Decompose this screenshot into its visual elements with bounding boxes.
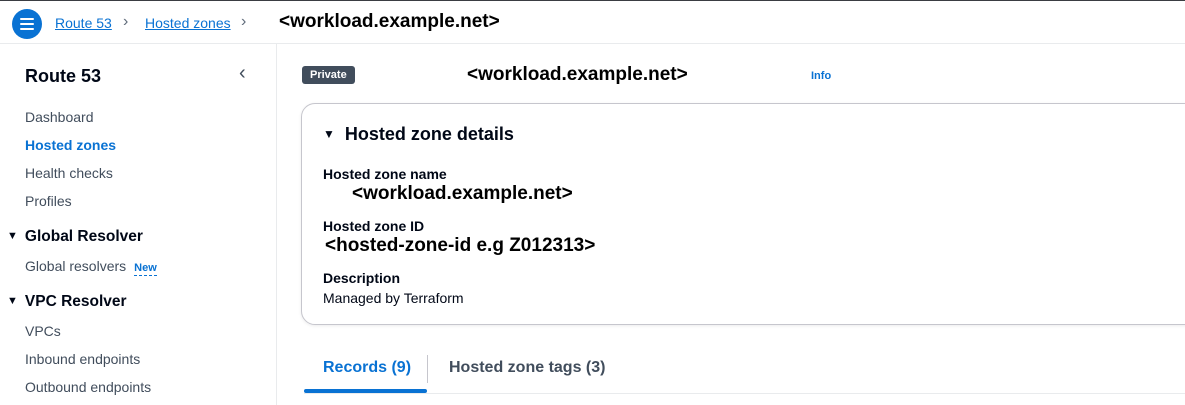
tab-hosted-zone-tags[interactable]: Hosted zone tags (3) bbox=[449, 359, 605, 377]
sidebar-group-global-resolver[interactable]: ▼ Global Resolver bbox=[7, 228, 143, 246]
tab-divider bbox=[427, 355, 428, 383]
sidebar-item-label: Global resolvers bbox=[25, 258, 127, 274]
hosted-zone-id-label: Hosted zone ID bbox=[323, 218, 425, 234]
chevron-right-icon: › bbox=[241, 13, 247, 30]
top-navigation-bar: Route 53 › Hosted zones › <workload.exam… bbox=[0, 0, 1185, 44]
sidebar-item-dashboard[interactable]: Dashboard bbox=[25, 109, 94, 125]
page-title: <workload.example.net> bbox=[467, 64, 688, 85]
sidebar-group-label: VPC Resolver bbox=[24, 293, 127, 310]
breadcrumb-hosted-zones[interactable]: Hosted zones bbox=[145, 15, 231, 31]
sidebar-item-health-checks[interactable]: Health checks bbox=[25, 165, 113, 181]
sidebar-title: Route 53 bbox=[25, 66, 102, 86]
sidebar-item-vpcs[interactable]: VPCs bbox=[25, 323, 61, 339]
caret-down-icon: ▼ bbox=[7, 230, 18, 242]
info-link[interactable]: Info bbox=[811, 70, 831, 82]
active-tab-indicator bbox=[304, 389, 427, 393]
hosted-zone-details-panel: ▼ Hosted zone details Hosted zone name <w… bbox=[301, 103, 1185, 325]
sidebar-group-vpc-resolver[interactable]: ▼ VPC Resolver bbox=[7, 293, 127, 311]
caret-down-icon: ▼ bbox=[323, 127, 335, 141]
menu-icon[interactable] bbox=[12, 9, 42, 39]
tab-records[interactable]: Records (9) bbox=[323, 359, 411, 377]
sidebar-group-label: Global Resolver bbox=[24, 228, 143, 245]
sidebar-item-hosted-zones[interactable]: Hosted zones bbox=[25, 137, 116, 153]
caret-down-icon: ▼ bbox=[7, 295, 18, 307]
main-content: Private <workload.example.net> Info ▼ Hos… bbox=[277, 44, 1185, 405]
details-title: Hosted zone details bbox=[344, 124, 514, 144]
chevron-right-icon: › bbox=[123, 13, 129, 30]
hosted-zone-name-value: <workload.example.net> bbox=[352, 183, 573, 204]
new-badge: New bbox=[134, 262, 157, 276]
details-toggle[interactable]: ▼ Hosted zone details bbox=[323, 124, 514, 145]
tab-list: Records (9) Hosted zone tags (3) bbox=[304, 349, 1185, 394]
hosted-zone-name-label: Hosted zone name bbox=[323, 166, 447, 182]
sidebar-item-profiles[interactable]: Profiles bbox=[25, 193, 72, 209]
description-label: Description bbox=[323, 270, 401, 286]
sidebar-item-global-resolvers[interactable]: Global resolvers New bbox=[25, 258, 157, 276]
sidebar: Route 53 ‹ Dashboard Hosted zones Health… bbox=[0, 44, 277, 405]
sidebar-item-outbound-endpoints[interactable]: Outbound endpoints bbox=[25, 379, 151, 395]
breadcrumb-current: <workload.example.net> bbox=[279, 11, 500, 32]
description-value: Managed by Terraform bbox=[323, 290, 464, 306]
private-badge: Private bbox=[302, 66, 355, 84]
hosted-zone-id-value: <hosted-zone-id e.g Z012313> bbox=[325, 235, 596, 256]
breadcrumb-route53[interactable]: Route 53 bbox=[55, 15, 112, 31]
collapse-sidebar-icon[interactable]: ‹ bbox=[239, 62, 246, 85]
sidebar-item-inbound-endpoints[interactable]: Inbound endpoints bbox=[25, 351, 140, 367]
